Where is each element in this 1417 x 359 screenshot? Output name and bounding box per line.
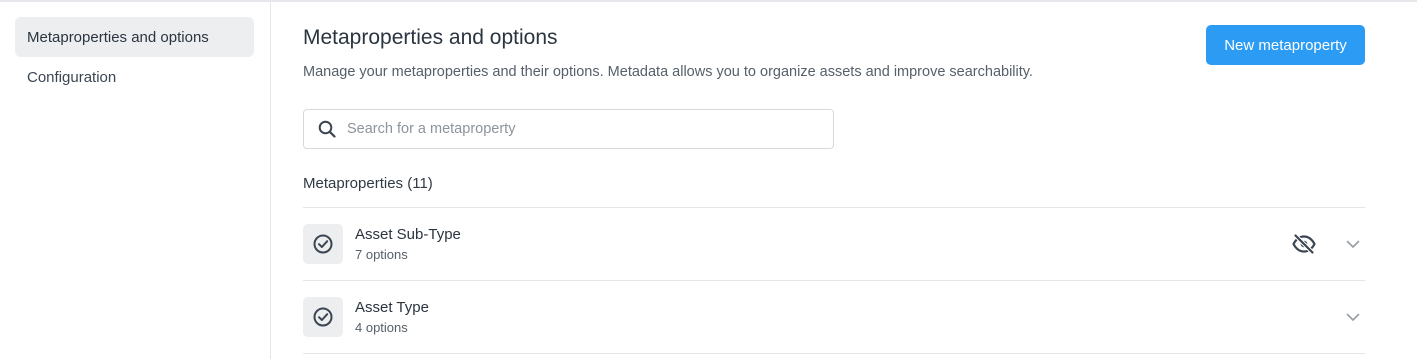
metaproperty-options-count: 4 options: [355, 320, 408, 335]
search-icon: [318, 120, 336, 138]
metaproperties-count-heading: Metaproperties (11): [303, 175, 433, 192]
sidebar-item-label: Metaproperties and options: [27, 28, 209, 46]
metaproperty-name: Asset Sub-Type: [355, 226, 461, 243]
search-box[interactable]: [303, 109, 834, 149]
sidebar-item-metaproperties[interactable]: Metaproperties and options: [15, 17, 254, 57]
search-input[interactable]: [347, 121, 807, 137]
settings-sidebar: Metaproperties and options Configuration: [0, 2, 271, 359]
page-title: Metaproperties and options: [303, 26, 558, 49]
metaproperty-list: Asset Sub-Type 7 options Asset Type 4 op…: [303, 207, 1365, 354]
chevron-down-icon[interactable]: [1343, 307, 1363, 327]
check-circle-icon: [303, 224, 343, 264]
metaproperty-row[interactable]: Asset Sub-Type 7 options: [303, 208, 1365, 281]
new-metaproperty-button[interactable]: New metaproperty: [1206, 25, 1365, 65]
eye-off-icon[interactable]: [1292, 232, 1316, 256]
check-circle-icon: [303, 297, 343, 337]
metaproperty-options-count: 7 options: [355, 247, 408, 262]
metaproperty-name: Asset Type: [355, 299, 429, 316]
chevron-down-icon[interactable]: [1343, 234, 1363, 254]
page-description: Manage your metaproperties and their opt…: [303, 64, 1033, 80]
sidebar-item-configuration[interactable]: Configuration: [15, 57, 254, 97]
sidebar-item-label: Configuration: [27, 68, 117, 86]
metaproperty-row[interactable]: Asset Type 4 options: [303, 281, 1365, 354]
main-content: Metaproperties and options Manage your m…: [303, 0, 1365, 359]
